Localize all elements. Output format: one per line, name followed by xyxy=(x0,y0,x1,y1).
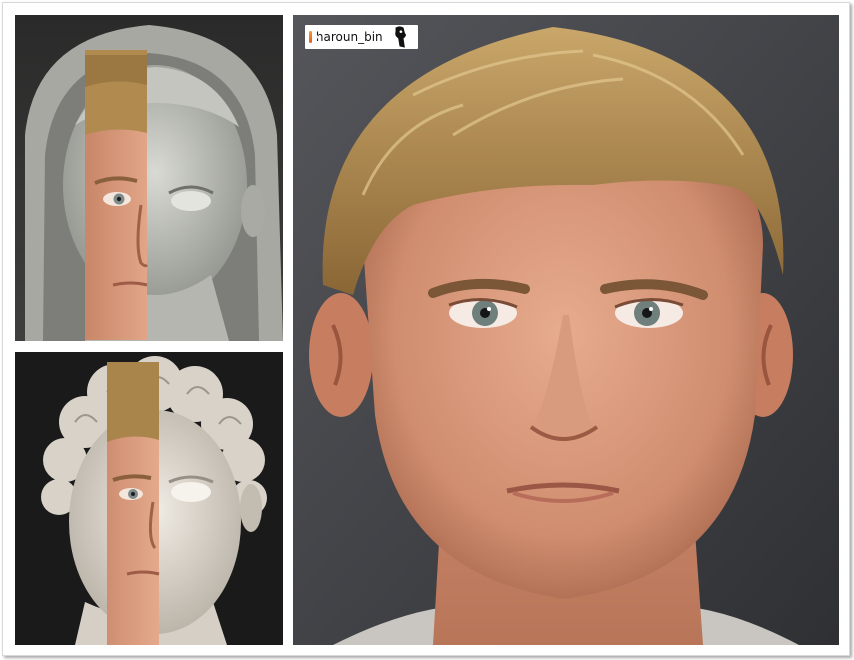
watermark-badge: haroun_bin xyxy=(305,25,418,49)
image-frame: haroun_bin xyxy=(2,2,850,656)
veiled-bust-panel xyxy=(15,15,283,341)
curly-bust-image xyxy=(15,352,283,645)
instagram-icon xyxy=(309,31,318,43)
curly-bust-panel xyxy=(15,352,283,645)
watermark-handle: haroun_bin xyxy=(315,30,383,44)
profile-logo-icon xyxy=(394,26,406,48)
veiled-bust-image xyxy=(15,15,283,341)
reconstruction-image xyxy=(293,15,839,645)
reconstruction-panel: haroun_bin xyxy=(293,15,839,645)
